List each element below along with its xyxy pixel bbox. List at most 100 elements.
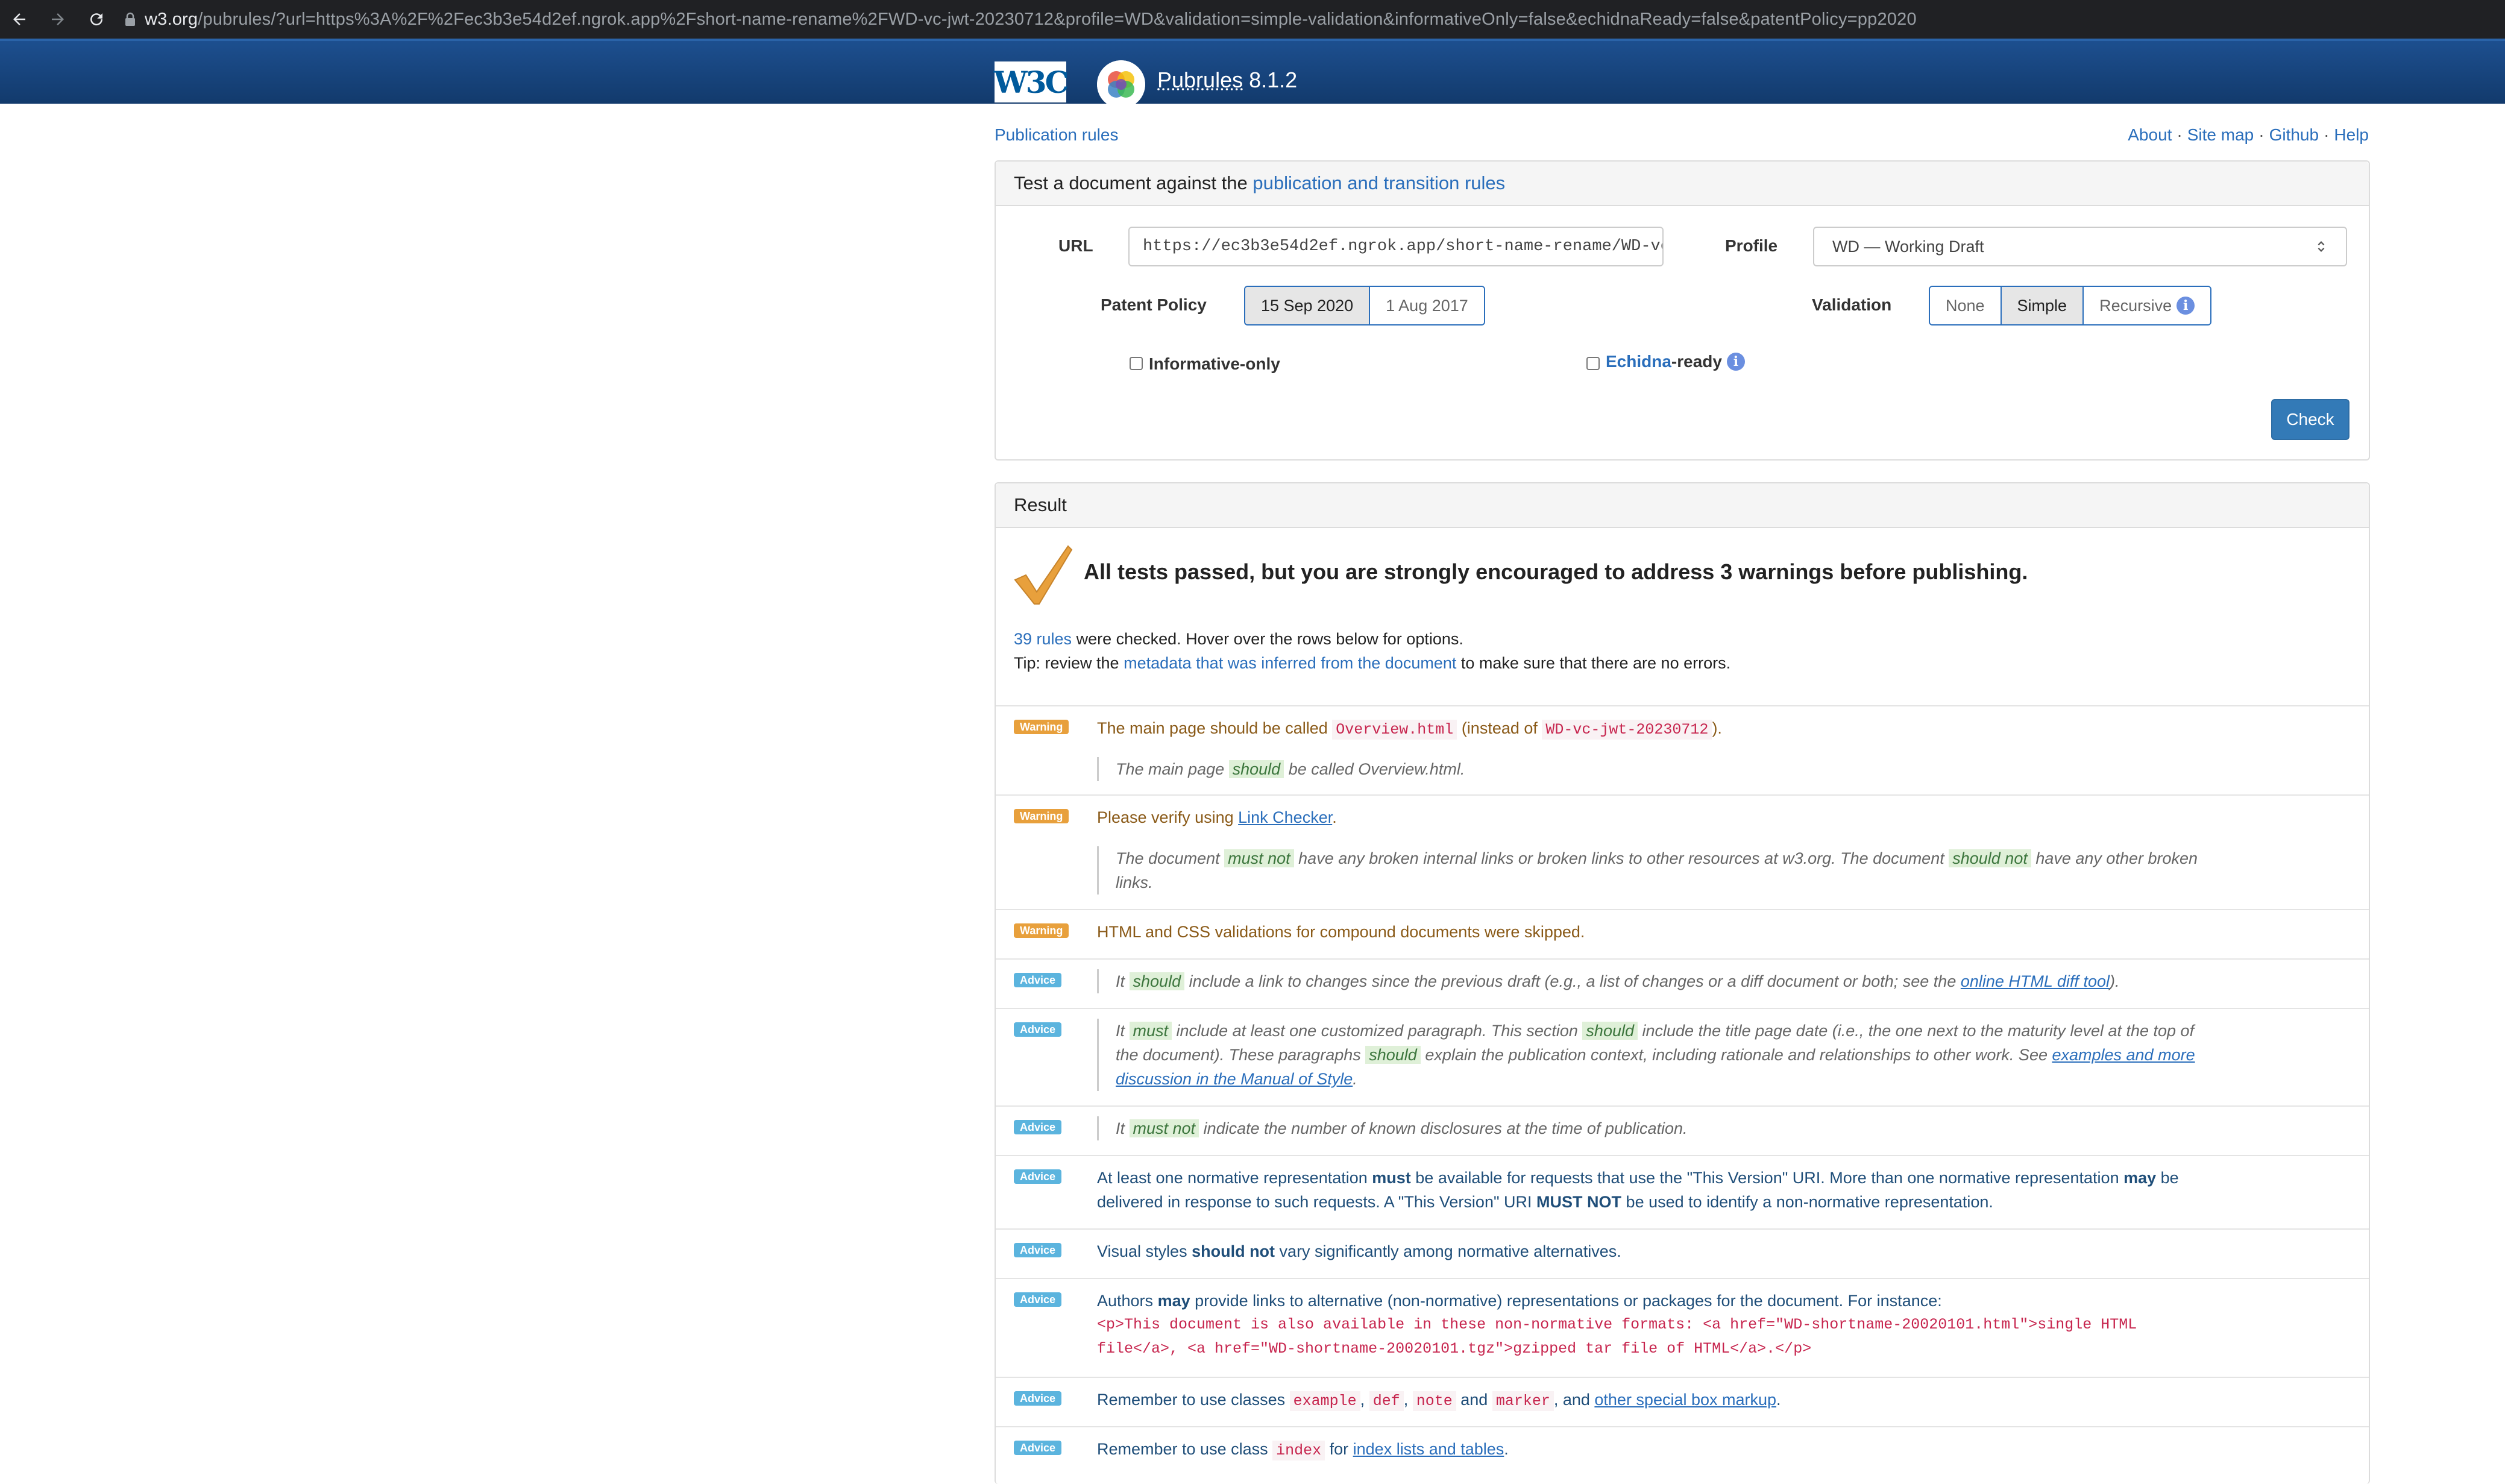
checkmark-icon [1014,545,1073,605]
info-icon[interactable]: i [2177,297,2195,315]
site-banner: W3C Pubrules 8.1.2 [0,39,2505,108]
about-link[interactable]: About [2128,125,2172,145]
advice-badge: Advice [1014,1441,1062,1455]
back-icon[interactable] [0,0,39,39]
browser-toolbar: w3.org/pubrules/?url=https%3A%2F%2Fec3b3… [0,0,2505,39]
profile-select[interactable]: WD — Working Draft [1813,227,2347,266]
advice-badge: Advice [1014,1292,1062,1307]
quote-part: . [1353,1070,1357,1088]
rule-quote: The main page should be called Overview.… [1097,757,2201,781]
validation-none-button[interactable]: None [1930,287,2002,324]
rule-text-part: and [1456,1391,1492,1409]
rule-row[interactable]: Advice At least one normative representa… [996,1155,2369,1230]
rule-row[interactable]: Advice Authors may provide links to alte… [996,1278,2369,1378]
rule-row[interactable]: Advice It must include at least one cust… [996,1008,2369,1107]
profile-label: Profile [1725,236,1778,255]
rule-text: At least one normative representation mu… [1097,1166,2194,1214]
rule-text-part: (instead of [1457,719,1542,737]
check-button[interactable]: Check [2271,399,2349,440]
rule-row[interactable]: Advice It should include a link to chang… [996,958,2369,1009]
quote-part: It [1116,1119,1130,1137]
publication-rules-link[interactable]: Publication rules [995,125,1118,145]
rule-quote: It should include a link to changes sinc… [1097,969,2201,993]
rule-text-part: , and [1553,1391,1595,1409]
rule-row[interactable]: Advice Visual styles should not vary sig… [996,1228,2369,1279]
quote-part: explain the publication context, includi… [1420,1046,2052,1064]
nav-separator: · [2324,125,2330,144]
rule-text-part: Visual styles [1097,1242,1192,1260]
quote-part: The main page [1116,760,1229,778]
forward-icon[interactable] [39,0,77,39]
patent-policy-label: Patent Policy [1101,295,1207,314]
quote-part: be called Overview.html. [1284,760,1465,778]
quote-part: The document [1116,849,1225,867]
rule-text-part: . [1776,1391,1781,1409]
rule-text: Remember to use class index for index li… [1097,1437,2194,1463]
rule-text-part: Remember to use classes [1097,1391,1290,1409]
keyword-highlight: should not [1949,849,2031,867]
rule-text-part: The main page should be called [1097,719,1333,737]
validation-simple-button[interactable]: Simple [2001,287,2084,324]
keyword-highlight: must not [1129,1119,1199,1137]
rule-row[interactable]: Advice It must not indicate the number o… [996,1105,2369,1156]
help-link[interactable]: Help [2334,125,2369,145]
quote-part: ). [2109,972,2120,990]
rule-quote: The document must not have any broken in… [1097,846,2201,894]
quote-part: include a link to changes since the prev… [1184,972,1961,990]
echidna-ready-checkbox[interactable] [1586,357,1600,370]
github-link[interactable]: Github [2269,125,2319,145]
echidna-link[interactable]: Echidna [1606,352,1671,371]
site-map-link[interactable]: Site map [2187,125,2254,145]
rule-row[interactable]: Warning HTML and CSS validations for com… [996,909,2369,960]
rules-count-text: were checked. Hover over the rows below … [1072,630,1463,648]
rule-text-part: Remember to use class [1097,1440,1273,1458]
lock-icon[interactable] [124,12,136,27]
w3c-logo[interactable]: W3C [993,61,1069,102]
advice-badge: Advice [1014,1391,1062,1406]
rule-text-part: be available for requests that use the "… [1410,1169,2124,1187]
keyword-highlight: should [1582,1022,1638,1040]
patent-policy-2020-button[interactable]: 15 Sep 2020 [1245,287,1371,324]
rule-row[interactable]: Advice Remember to use class index for i… [996,1426,2369,1477]
chevron-updown-icon [2318,241,2325,252]
echidna-ready-label: Echidna -ready i [1606,352,1745,371]
code-snippet: WD-vc-jwt-20230712 [1542,720,1712,740]
pubrules-logo[interactable] [1097,60,1145,108]
rule-text-part: At least one normative representation [1097,1169,1372,1187]
keyword-bold: may [2123,1169,2157,1187]
quote-part: It [1116,972,1130,990]
rule-text-part: . [1504,1440,1509,1458]
url-input[interactable]: https://ec3b3e54d2ef.ngrok.app/short-nam… [1128,227,1664,266]
index-lists-link[interactable]: index lists and tables [1353,1440,1504,1458]
informative-only-checkbox[interactable] [1130,357,1143,370]
rule-text: Remember to use classes example, def, no… [1097,1388,2194,1413]
rule-text: The main page should be called Overview.… [1097,716,2194,742]
code-snippet: note [1412,1391,1456,1411]
address-bar[interactable]: w3.org/pubrules/?url=https%3A%2F%2Fec3b3… [145,10,1917,30]
rule-row[interactable]: Warning The main page should be called O… [996,705,2369,796]
w3c-logo-text: W3C [993,64,1069,100]
special-box-markup-link[interactable]: other special box markup [1594,1391,1776,1409]
rules-count-link[interactable]: 39 rules [1014,630,1072,648]
code-snippet: Overview.html [1332,720,1457,740]
html-diff-tool-link[interactable]: online HTML diff tool [1961,972,2110,990]
address-path: /pubrules/?url=https%3A%2F%2Fec3b3e54d2e… [198,9,1917,29]
keyword-bold: must [1372,1169,1411,1187]
rule-row[interactable]: Advice Remember to use classes example, … [996,1377,2369,1427]
form-heading: Test a document against the publication … [996,162,2369,206]
metadata-link[interactable]: metadata that was inferred from the docu… [1124,654,1456,672]
nav-separator: · [2177,125,2183,144]
patent-policy-2017-button[interactable]: 1 Aug 2017 [1370,287,1484,324]
code-snippet: example [1289,1391,1360,1411]
tip-suffix: to make sure that there are no errors. [1456,654,1731,672]
publication-rules-heading-link[interactable]: publication and transition rules [1252,172,1505,194]
nav-separator: · [2258,125,2265,144]
test-form-panel: Test a document against the publication … [995,160,2370,461]
reload-icon[interactable] [77,0,116,39]
profile-select-value: WD — Working Draft [1832,237,1984,256]
rule-text-part: vary significantly among normative alter… [1275,1242,1621,1260]
rule-row[interactable]: Warning Please verify using Link Checker… [996,794,2369,910]
link-checker-link[interactable]: Link Checker [1238,808,1332,826]
info-icon[interactable]: i [1726,353,1745,371]
validation-recursive-button[interactable]: Recursive i [2084,287,2211,324]
